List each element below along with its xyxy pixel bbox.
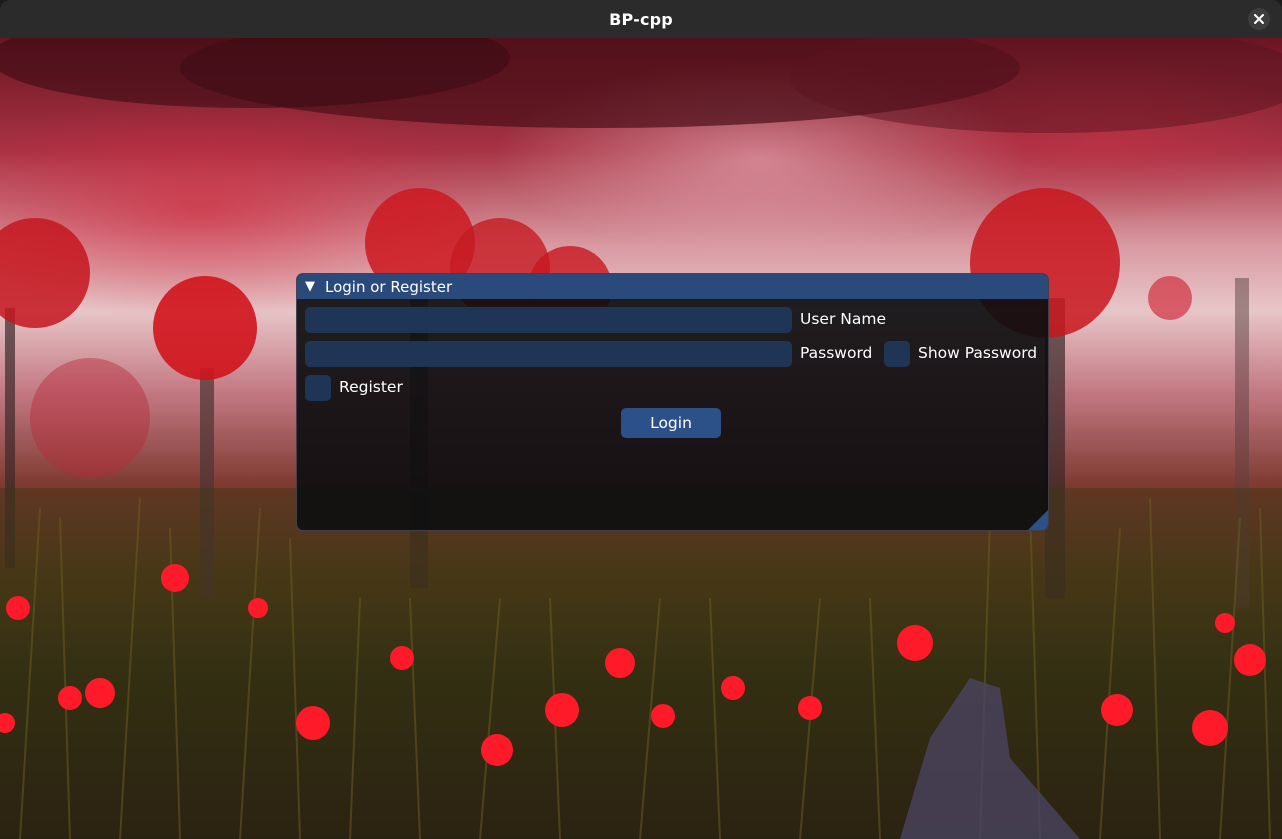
password-label: Password: [800, 344, 873, 362]
title-bar[interactable]: BP-cpp: [0, 0, 1282, 39]
resize-grip[interactable]: [1028, 510, 1048, 530]
show-password-label: Show Password: [918, 344, 1038, 362]
panel-header[interactable]: ▼ Login or Register: [297, 274, 1048, 299]
show-password-checkbox[interactable]: [884, 341, 910, 367]
close-icon: [1254, 14, 1264, 24]
window-title: BP-cpp: [609, 9, 673, 29]
close-button[interactable]: [1248, 8, 1270, 30]
password-input[interactable]: [305, 341, 792, 367]
register-checkbox[interactable]: [305, 375, 331, 401]
triangle-down-icon[interactable]: ▼: [305, 279, 321, 294]
app-window: BP-cpp ▼ Login or Register User Name Pas…: [0, 0, 1282, 839]
register-label: Register: [339, 378, 403, 396]
username-input[interactable]: [305, 307, 792, 333]
login-panel: ▼ Login or Register User Name Password S…: [296, 273, 1049, 531]
login-button[interactable]: Login: [621, 408, 721, 438]
username-label: User Name: [800, 310, 886, 328]
panel-title: Login or Register: [325, 277, 453, 296]
